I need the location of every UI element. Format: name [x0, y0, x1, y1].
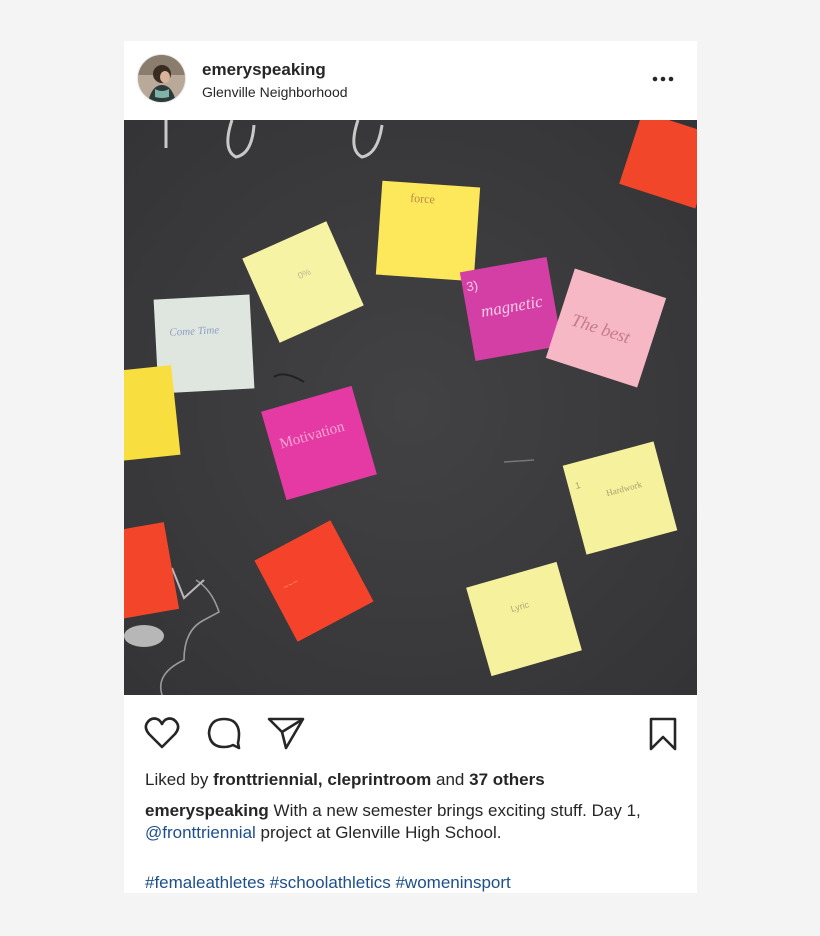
avatar[interactable] [138, 55, 185, 102]
send-icon[interactable] [266, 715, 306, 751]
hashtag-schoolathletics[interactable]: #schoolathletics [270, 873, 391, 892]
chalkboard-sticky-notes-image: force 0% 3) magnetic The best Come Time [124, 120, 697, 695]
instagram-post: emeryspeaking Glenville Neighborhood for… [124, 41, 697, 893]
caption-author[interactable]: emeryspeaking [145, 801, 269, 820]
heart-icon[interactable] [142, 715, 182, 751]
likes-summary: Liked by fronttriennial, cleprintroom an… [145, 770, 545, 790]
likes-conjunction: and [436, 770, 465, 789]
post-caption: emeryspeaking With a new semester brings… [145, 800, 685, 844]
caption-text-2: project at Glenville High School. [260, 823, 502, 842]
post-actions [124, 711, 697, 753]
hashtag-femaleathletes[interactable]: #femaleathletes [145, 873, 265, 892]
likes-prefix: Liked by [145, 770, 209, 789]
sticky-note-force: force [375, 180, 481, 282]
liked-by-user-cleprintroom[interactable]: cleprintroom [327, 770, 431, 789]
comment-icon[interactable] [204, 715, 244, 751]
post-location[interactable]: Glenville Neighborhood [202, 84, 348, 100]
caption-mention-fronttriennial[interactable]: @fronttriennial [145, 823, 256, 842]
post-header: emeryspeaking Glenville Neighborhood [124, 41, 697, 120]
sticky-note-magnetic: 3) magnetic [459, 257, 563, 361]
post-username[interactable]: emeryspeaking [202, 60, 326, 80]
note-force-text: force [410, 191, 436, 207]
sticky-note-left-yellow [124, 365, 181, 463]
avatar-image [138, 55, 185, 102]
caption-text-1: With a new semester brings exciting stuf… [273, 801, 641, 820]
hashtags: #femaleathletes #schoolathletics #womeni… [145, 873, 511, 893]
liked-by-user-fronttriennial[interactable]: fronttriennial, [213, 770, 323, 789]
hashtag-womeninsport[interactable]: #womeninsport [395, 873, 510, 892]
bookmark-icon[interactable] [643, 715, 683, 751]
more-horizontal-icon[interactable] [648, 69, 678, 89]
likes-others-link[interactable]: 37 others [469, 770, 545, 789]
post-photo[interactable]: force 0% 3) magnetic The best Come Time [124, 120, 697, 695]
